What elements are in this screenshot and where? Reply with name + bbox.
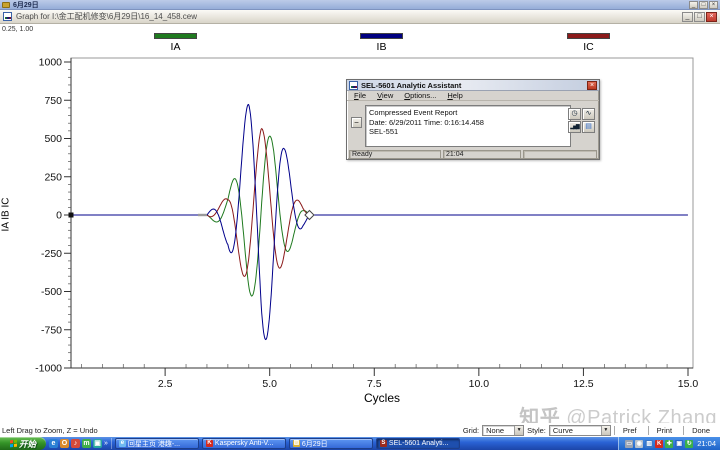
collapse-button[interactable]: − [351, 117, 362, 128]
system-tray: ▭◉▥K✚▣↻ 21:04 [618, 437, 720, 450]
waveform-chart[interactable]: 1000 750 500 250 0 -250 -500 -750 -1000 2.5 5.0 7.5… [0, 0, 720, 450]
y-axis-label: IA IB IC [1, 183, 12, 247]
msn-icon[interactable]: m [82, 439, 91, 448]
ie-icon[interactable]: e [49, 439, 58, 448]
waveform-IA [71, 136, 688, 296]
pref-button[interactable]: Pref [614, 426, 645, 435]
update-icon[interactable]: ✚ [665, 440, 673, 448]
menu-help[interactable]: Help [442, 91, 467, 100]
start-button[interactable]: 开始 [0, 437, 46, 450]
origin-marker [69, 213, 74, 218]
task-button-3[interactable]: SSEL-5601 Analyti... [376, 438, 460, 449]
svg-text:12.5: 12.5 [573, 378, 594, 390]
harmonics-icon[interactable]: ▂▅▇ [568, 121, 581, 133]
volume-icon[interactable]: ◉ [635, 440, 643, 448]
svg-text:10.0: 10.0 [469, 378, 490, 390]
windows-flag-icon [10, 440, 17, 448]
dialog-statusbar: Ready 21:04 [347, 149, 599, 159]
print-button[interactable]: Print [648, 426, 680, 435]
task-label: 6月29日 [302, 439, 328, 449]
chevron-down-icon[interactable]: ▼ [601, 426, 610, 435]
task-label: 回星主页 港趣-... [128, 439, 180, 449]
svg-text:-1000: -1000 [35, 363, 62, 375]
svg-text:250: 250 [44, 171, 62, 183]
taskbar: 开始 eO♪m▣» e回星主页 港趣-...KKaspersky Anti-V.… [0, 437, 720, 450]
task-button-1[interactable]: KKaspersky Anti-V... [202, 438, 286, 449]
task-label: SEL-5601 Analyti... [389, 440, 449, 447]
dialog-titlebar[interactable]: SEL-5601 Analytic Assistant × [347, 80, 599, 91]
dialog-menubar: FileViewOptions...Help [347, 91, 599, 101]
task-label: Kaspersky Anti-V... [215, 440, 274, 447]
svg-text:500: 500 [44, 133, 62, 145]
grid-dropdown[interactable]: None ▼ [482, 425, 524, 436]
task-icon: e [119, 440, 126, 447]
zoom-hint-text: Left Drag to Zoom, Z = Undo [2, 426, 98, 435]
task-icon: K [206, 440, 213, 447]
svg-text:5.0: 5.0 [262, 378, 277, 390]
tray-clock: 21:04 [697, 439, 716, 448]
dialog-title: SEL-5601 Analytic Assistant [361, 81, 461, 90]
dialog-toolbar: ◷∿▂▅▇▤ [568, 108, 595, 133]
phasor-icon[interactable]: ◷ [568, 108, 581, 120]
svg-text:-750: -750 [41, 324, 62, 336]
y-axis-ticks: 1000 750 500 250 0 -250 -500 -750 -1000 [35, 57, 71, 375]
svg-text:-250: -250 [41, 248, 62, 260]
sel-app-icon [349, 81, 358, 90]
menu-view[interactable]: View [372, 91, 398, 100]
menu-options[interactable]: Options... [399, 91, 441, 100]
report-line: Compressed Event Report [369, 108, 567, 118]
oscillogram-icon[interactable]: ∿ [582, 108, 595, 120]
grid-label: Grid: [463, 426, 479, 435]
close-icon[interactable]: × [587, 81, 597, 90]
event-report-summary[interactable]: Compressed Event ReportDate: 6/29/2011 T… [365, 105, 571, 147]
printer-icon[interactable]: ▭ [625, 440, 633, 448]
tray-icons: ▭◉▥K✚▣↻ [625, 440, 693, 448]
report-line: SEL-551 [369, 127, 567, 137]
status-time: 21:04 [443, 150, 521, 159]
task-buttons: e回星主页 港趣-...KKaspersky Anti-V...▨6月29日SS… [115, 438, 460, 449]
sync-icon[interactable]: ↻ [685, 440, 693, 448]
style-label: Style: [527, 426, 546, 435]
graph-controls: Grid: None ▼ Style: Curve ▼ Pref Print D… [463, 425, 720, 436]
report-icon[interactable]: ▤ [582, 121, 595, 133]
task-button-2[interactable]: ▨6月29日 [289, 438, 373, 449]
svg-text:1000: 1000 [39, 57, 63, 69]
quick-launch-overflow-icon[interactable]: » [104, 440, 108, 447]
done-button[interactable]: Done [683, 426, 718, 435]
sel5601-dialog[interactable]: SEL-5601 Analytic Assistant × FileViewOp… [346, 79, 600, 160]
chevron-down-icon[interactable]: ▼ [514, 426, 523, 435]
dialog-body: − Compressed Event ReportDate: 6/29/2011… [347, 101, 599, 149]
event-start-marker [198, 214, 207, 216]
outlook-icon[interactable]: O [60, 439, 69, 448]
task-icon: ▨ [293, 440, 300, 447]
svg-text:-500: -500 [41, 286, 62, 298]
style-dropdown[interactable]: Curve ▼ [549, 425, 611, 436]
status-filler [523, 150, 597, 159]
kaspersky-icon[interactable]: K [655, 440, 663, 448]
svg-text:0: 0 [56, 210, 62, 222]
svg-text:750: 750 [44, 95, 62, 107]
status-text: Ready [349, 150, 441, 159]
svg-text:7.5: 7.5 [367, 378, 382, 390]
desktop-icon[interactable]: ▣ [93, 439, 102, 448]
network-icon[interactable]: ▥ [645, 440, 653, 448]
report-line: Date: 6/29/2011 Time: 0:16:14.458 [369, 118, 567, 128]
svg-text:2.5: 2.5 [158, 378, 173, 390]
svg-text:15.0: 15.0 [678, 378, 699, 390]
task-button-0[interactable]: e回星主页 港趣-... [115, 438, 199, 449]
menu-file[interactable]: File [349, 91, 371, 100]
im-icon[interactable]: ▣ [675, 440, 683, 448]
media-icon[interactable]: ♪ [71, 439, 80, 448]
quick-launch-bar: eO♪m▣» [46, 438, 112, 449]
task-icon: S [380, 440, 387, 447]
graph-bottom-strip: Left Drag to Zoom, Z = Undo Grid: None ▼… [0, 423, 720, 437]
